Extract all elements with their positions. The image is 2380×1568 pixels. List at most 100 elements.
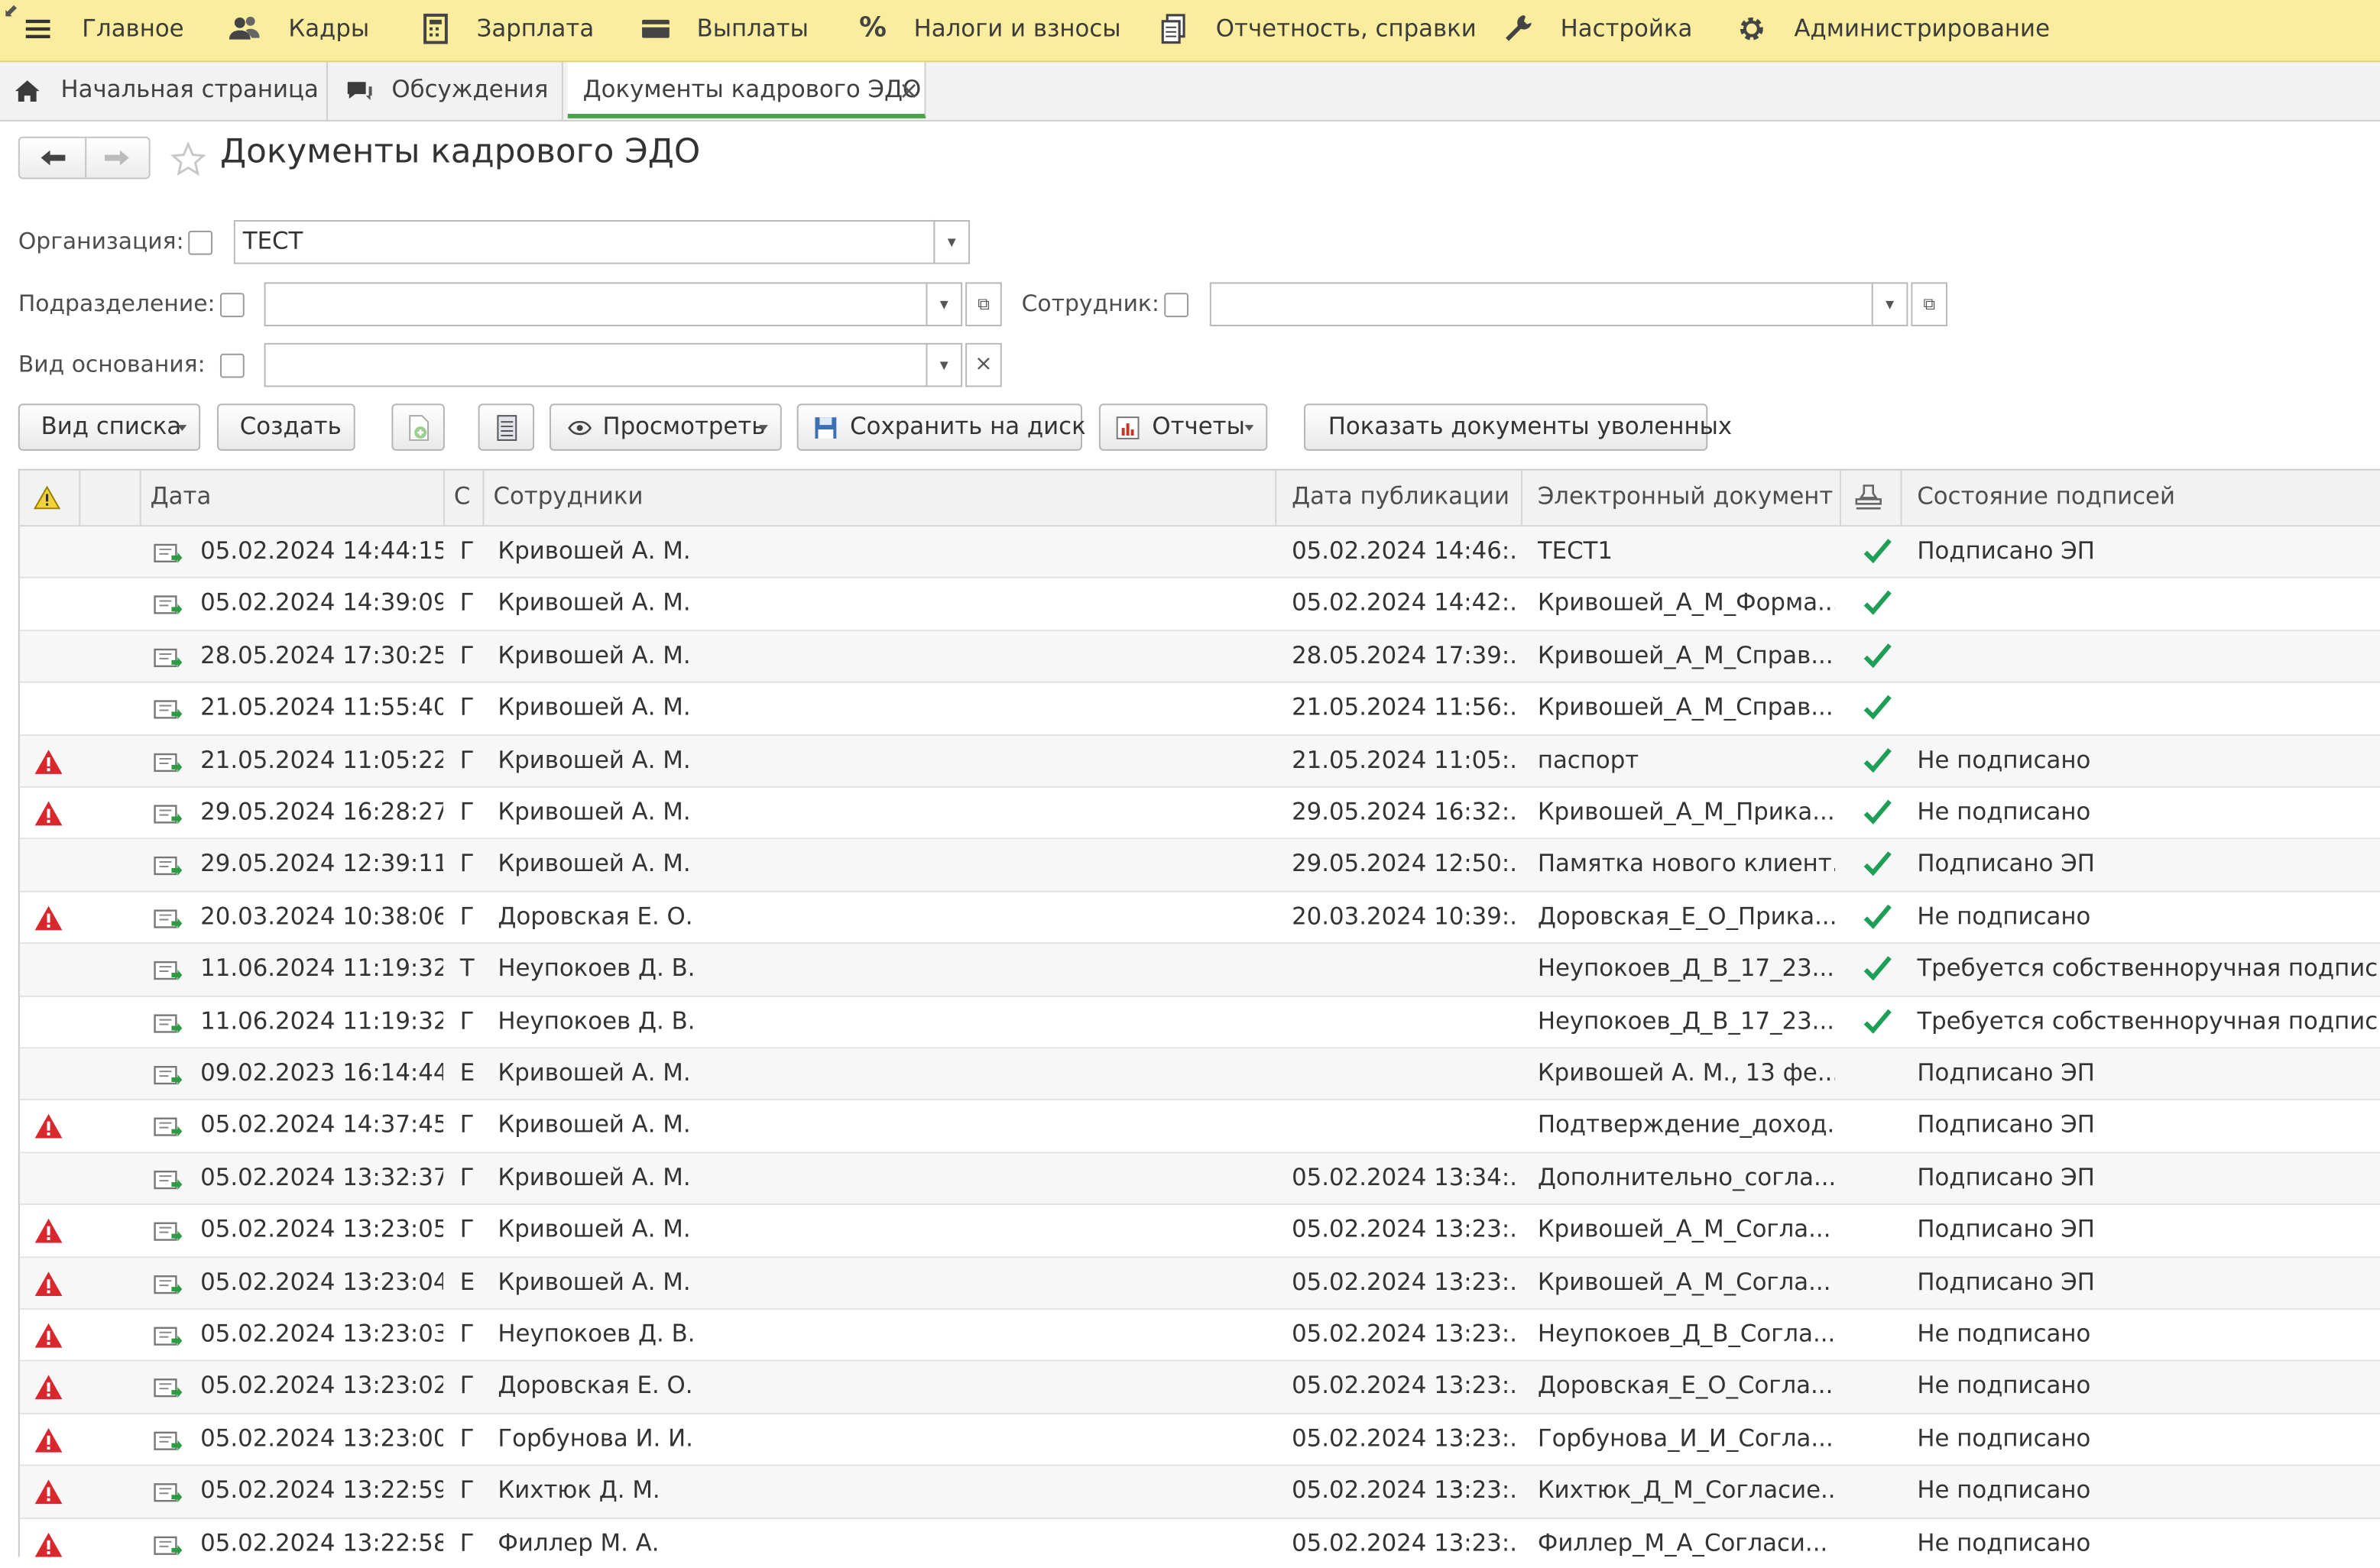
header-employees[interactable]: Сотрудники (485, 470, 1277, 526)
checkmark-icon (1863, 643, 1892, 668)
header-signature-state[interactable]: Состояние подписей (1902, 471, 2380, 525)
table-row[interactable]: 05.02.2024 13:22:58 Г Филлер М. А. 05.02.20… (20, 1518, 2380, 1557)
table-row[interactable]: 11.06.2024 11:19:32 Г Неупокоев Д. В. Неупо… (19, 996, 2380, 1049)
employee-open-button[interactable]: ⧉ (1911, 282, 1948, 326)
back-arrow-icon[interactable] (40, 149, 67, 167)
header-electronic-document[interactable]: Электронный документ (1522, 470, 1842, 526)
menu-item-salary-label: Зарплата (476, 15, 595, 43)
cell-electronic-document: Доровская_Е_О_Прика... (1537, 902, 1836, 931)
cell-s: Г (459, 1006, 475, 1035)
document-arrow-icon (154, 857, 183, 876)
error-warning-icon (34, 1532, 63, 1557)
table-row[interactable]: 28.05.2024 17:30:25 Г Кривошей А. М. 28.05.… (19, 630, 2380, 684)
table-row[interactable]: 29.05.2024 16:28:27 Г Кривошей А. М. 29.05.… (19, 788, 2380, 841)
tab-home[interactable]: Начальная страница (0, 62, 328, 120)
cell-s: Г (459, 589, 475, 617)
header-date[interactable]: Дата (141, 470, 445, 526)
tab-bar: Начальная страница Обсуждения Документы … (0, 62, 2380, 121)
table-row[interactable]: 05.02.2024 14:39:09 Г Кривошей А. М. 05.02.… (19, 578, 2380, 631)
error-warning-icon (34, 1271, 63, 1296)
print-list-button[interactable] (478, 403, 535, 451)
cell-signature-state (1917, 631, 2378, 682)
checkmark-icon (1863, 747, 1892, 773)
department-open-button[interactable]: ⧉ (965, 282, 1002, 326)
cell-signature-state: Подписано ЭП (1917, 1111, 2095, 1139)
cell-employee: Кривошей А. М. (498, 1059, 691, 1087)
organization-dropdown[interactable]: ▾ (933, 219, 971, 264)
basis-type-checkbox[interactable] (219, 353, 245, 378)
close-icon[interactable]: × (899, 62, 919, 118)
cell-publish-date: 29.05.2024 16:32:... (1292, 798, 1519, 826)
tab-hr-edo-documents[interactable]: Документы кадрового ЭДО × (567, 62, 926, 118)
cell-employee: Кривошей А. М. (498, 1216, 691, 1243)
cell-electronic-document: Неупокоев_Д_В_17_23... (1537, 1006, 1835, 1035)
table-row[interactable]: 05.02.2024 14:37:45 Г Кривошей А. М. Подтве… (19, 1101, 2380, 1153)
cell-s: Г (459, 1320, 475, 1348)
table-row[interactable]: 09.02.2023 16:14:44 Е Кривошей А. М. Кривош… (19, 1048, 2380, 1101)
list-view-button[interactable]: Вид списка (18, 403, 201, 451)
organization-checkbox[interactable] (188, 230, 213, 255)
table-row[interactable]: 05.02.2024 13:23:00 Г Горбунова И. И. 05.02… (19, 1414, 2380, 1466)
cell-publish-date: 29.05.2024 12:50:... (1292, 850, 1519, 878)
forward-arrow-icon[interactable] (103, 149, 131, 167)
cell-electronic-document: Неупокоев_Д_В_Согла... (1537, 1320, 1836, 1348)
basis-type-field[interactable] (264, 342, 928, 387)
cell-publish-date (1292, 1101, 1519, 1152)
cell-electronic-document: Подтверждение_доход... (1537, 1111, 1836, 1139)
header-publish-date[interactable]: Дата публикации (1276, 470, 1522, 526)
cell-signature-state (1917, 578, 2378, 629)
employee-field[interactable] (1209, 282, 1873, 326)
documents-table: Дата С Сотрудники Дата публикации Электр… (18, 468, 2380, 1557)
reports-button[interactable]: Отчеты (1098, 403, 1268, 451)
view-button[interactable]: Просмотреть (549, 403, 782, 451)
save-to-disk-button[interactable]: Сохранить на диск (796, 403, 1086, 451)
header-stamp[interactable] (1841, 470, 1902, 526)
header-warning[interactable] (20, 470, 81, 526)
table-row[interactable]: 05.02.2024 14:44:15 Г Кривошей А. М. 05.02.… (19, 526, 2380, 579)
menu-item-taxes-label: Налоги и взносы (913, 15, 1121, 43)
basis-type-clear[interactable]: × (965, 342, 1002, 387)
table-row[interactable]: 21.05.2024 11:55:40 Г Кривошей А. М. 21.05.… (19, 683, 2380, 736)
copy-button[interactable] (391, 403, 445, 451)
document-arrow-icon (154, 909, 183, 929)
table-row[interactable]: 20.03.2024 10:38:06 Г Доровская Е. О. 20.03… (19, 892, 2380, 944)
employee-checkbox[interactable] (1164, 293, 1189, 318)
create-button[interactable]: Создать (216, 403, 355, 451)
cell-publish-date: 05.02.2024 13:23:... (1292, 1216, 1519, 1243)
organization-field[interactable]: ТЕСТ (233, 219, 935, 264)
cell-s: Г (459, 902, 475, 931)
table-row[interactable]: 05.02.2024 13:23:02 Г Доровская Е. О. 05.02… (19, 1362, 2380, 1414)
cell-signature-state: Не подписано (1917, 746, 2091, 774)
department-checkbox[interactable] (219, 293, 245, 318)
table-row[interactable]: 29.05.2024 12:39:11 Г Кривошей А. М. 29.05.… (19, 840, 2380, 893)
department-dropdown[interactable]: ▾ (926, 282, 963, 326)
tab-discussions[interactable]: Обсуждения (328, 62, 563, 120)
organization-label: Организация: (18, 227, 184, 255)
document-arrow-icon (154, 648, 183, 668)
table-row[interactable]: 05.02.2024 13:22:59 Г Кихтюк Д. М. 05.02.20… (19, 1466, 2380, 1519)
cell-date: 05.02.2024 13:23:00 (200, 1424, 443, 1453)
table-row[interactable]: 05.02.2024 13:23:05 Г Кривошей А. М. 05.02.… (19, 1205, 2380, 1258)
cell-signature-state: Не подписано (1917, 1424, 2091, 1453)
table-row[interactable]: 05.02.2024 13:23:03 Г Неупокоев Д. В. 05.02… (19, 1310, 2380, 1362)
table-row[interactable]: 05.02.2024 13:32:37 Г Кривошей А. М. 05.02.… (19, 1152, 2380, 1206)
table-row[interactable]: 11.06.2024 11:19:32 Т Неупокоев Д. В. Неупо… (19, 944, 2380, 996)
cell-employee: Кривошей А. М. (498, 693, 691, 721)
department-field[interactable] (264, 282, 928, 326)
view-label: Просмотреть (602, 413, 766, 440)
cell-signature-state: Подписано ЭП (1917, 1216, 2095, 1243)
header-s[interactable]: С (445, 470, 485, 526)
table-row[interactable]: 05.02.2024 13:23:04 Е Кривошей А. М. 05.02.… (19, 1257, 2380, 1310)
cell-s: Г (459, 1163, 475, 1191)
header-type[interactable] (80, 470, 141, 526)
show-dismissed-button[interactable]: Показать документы уволенных (1303, 403, 1732, 451)
employee-dropdown[interactable]: ▾ (1871, 282, 1908, 326)
favorite-star-icon[interactable] (170, 141, 206, 178)
menu-item-reports-label: Отчетность, справки (1215, 15, 1477, 43)
basis-type-dropdown[interactable]: ▾ (926, 342, 963, 387)
table-row[interactable]: 21.05.2024 11:05:22 Г Кривошей А. М. 21.05.… (19, 735, 2380, 788)
cell-date: 28.05.2024 17:30:25 (200, 641, 443, 669)
document-arrow-icon (154, 543, 183, 563)
app-window: ⬋ Главное Кадры Зарплата Выплаты % Налог… (0, 0, 2380, 1557)
checkmark-icon (1863, 695, 1892, 721)
